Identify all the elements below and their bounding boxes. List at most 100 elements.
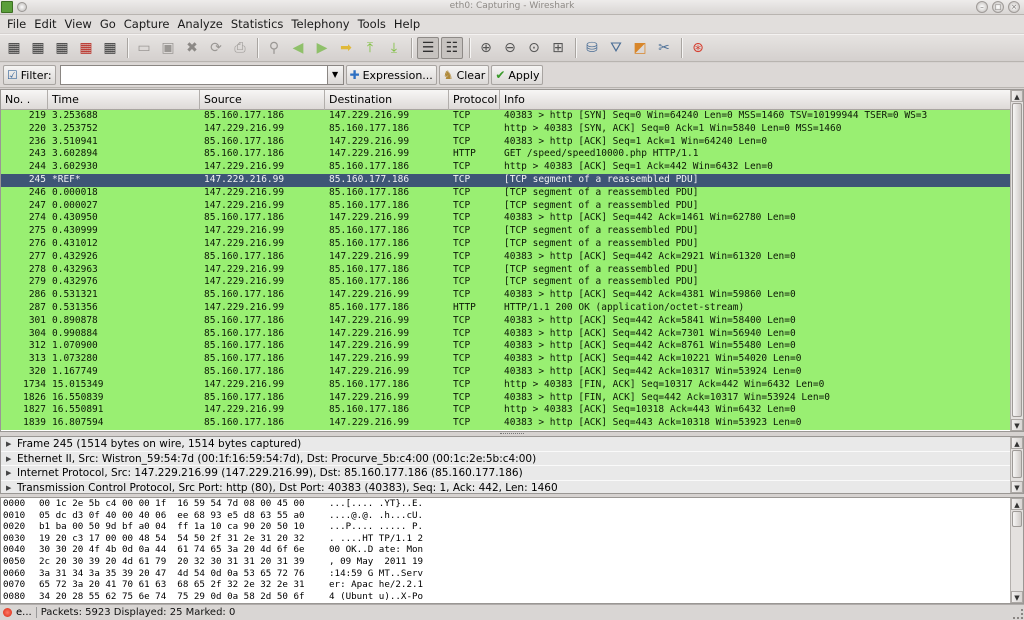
open-icon[interactable]: ▭ (133, 37, 155, 59)
hex-ascii[interactable]: , 09 May 2011 19 (329, 556, 479, 568)
expander-triangle-icon[interactable]: ▶ (6, 437, 11, 451)
hex-ascii[interactable]: er: Apac he/2.2.1 (329, 579, 479, 591)
tree-item[interactable]: ▶ Transmission Control Protocol, Src Port… (1, 480, 1011, 493)
hex-bytes[interactable]: 34 20 28 55 62 75 6e 74 75 29 0d 0a 58 2… (39, 591, 329, 603)
table-row[interactable]: 243 3.602894 85.160.177.186 147.229.216.99 H… (1, 148, 1011, 162)
maximize-button[interactable]: □ (992, 1, 1004, 13)
col-time-header[interactable]: Time (48, 90, 200, 110)
hex-bytes[interactable]: 00 1c 2e 5b c4 00 00 1f 16 59 54 7d 08 0… (39, 498, 329, 510)
go-to-packet-icon[interactable]: ➡ (335, 37, 357, 59)
table-row[interactable]: 276 0.431012 147.229.216.99 85.160.177.186 T… (1, 237, 1011, 251)
resize-grip-icon[interactable] (1013, 609, 1023, 619)
col-destination-header[interactable]: Destination (325, 90, 449, 110)
table-row[interactable]: 277 0.432926 85.160.177.186 147.229.216.99 T… (1, 250, 1011, 264)
hex-ascii[interactable]: :14:59 G MT..Serv (329, 568, 479, 580)
clear-button[interactable]: ♞ Clear (438, 65, 490, 85)
table-row[interactable]: 1734 15.015349 147.229.216.99 85.160.177.18… (1, 378, 1011, 392)
expert-info-label[interactable]: e... (12, 607, 37, 618)
zoom-in-icon[interactable]: ⊕ (475, 37, 497, 59)
zoom-out-icon[interactable]: ⊖ (499, 37, 521, 59)
find-icon[interactable]: ⚲ (263, 37, 285, 59)
scroll-down-arrow-icon[interactable]: ▼ (1011, 481, 1023, 493)
menu-telephony[interactable]: Telephony (287, 17, 353, 31)
hex-bytes[interactable]: 2c 20 30 39 20 4d 61 79 20 32 30 31 31 2… (39, 556, 329, 568)
menu-file[interactable]: File (3, 17, 30, 31)
save-icon[interactable]: ▣ (157, 37, 179, 59)
back-icon[interactable]: ◀ (287, 37, 309, 59)
packet-list-pane[interactable]: No. . Time Source Destination Protocol Info 2… (0, 89, 1024, 432)
scroll-thumb[interactable] (1012, 511, 1022, 527)
table-row[interactable]: 301 0.890878 85.160.177.186 147.229.216.99 T… (1, 314, 1011, 328)
preferences-icon[interactable]: ✂ (653, 37, 675, 59)
menu-view[interactable]: View (61, 17, 96, 31)
scroll-down-arrow-icon[interactable]: ▼ (1011, 591, 1023, 603)
packet-bytes-pane[interactable]: 0000 00 1c 2e 5b c4 00 00 1f 16 59 54 7d … (0, 497, 1024, 604)
col-no-header[interactable]: No. . (1, 90, 48, 110)
auto-scroll-icon[interactable]: ☷ (441, 37, 463, 59)
print-icon[interactable]: ⎙ (229, 37, 251, 59)
apply-button[interactable]: ✔ Apply (491, 65, 544, 85)
resize-columns-icon[interactable]: ⊞ (547, 37, 569, 59)
filter-dropdown-arrow-icon[interactable]: ▼ (327, 65, 344, 85)
expression-button[interactable]: ✚ Expression... (345, 65, 437, 85)
close-window-button[interactable]: × (1008, 1, 1020, 13)
hex-ascii[interactable]: 00 OK..D ate: Mon (329, 544, 479, 556)
table-row[interactable]: 274 0.430950 85.160.177.186 147.229.216.99 T… (1, 212, 1011, 226)
capture-filters-icon[interactable]: ⛁ (581, 37, 603, 59)
menu-capture[interactable]: Capture (120, 17, 174, 31)
scroll-up-arrow-icon[interactable]: ▲ (1011, 498, 1023, 510)
hex-ascii[interactable]: ...[.... .YT}..E. (329, 498, 479, 510)
hex-bytes[interactable]: 65 72 3a 20 41 70 61 63 68 65 2f 32 2e 3… (39, 579, 329, 591)
table-row[interactable]: 312 1.070900 85.160.177.186 147.229.216.99 T… (1, 340, 1011, 354)
hex-ascii[interactable]: . ....HT TP/1.1 2 (329, 533, 479, 545)
col-source-header[interactable]: Source (200, 90, 325, 110)
expander-triangle-icon[interactable]: ▶ (6, 466, 11, 480)
help-icon[interactable]: ⊛ (687, 37, 709, 59)
interfaces-icon[interactable]: ▦ (3, 37, 25, 59)
forward-icon[interactable]: ▶ (311, 37, 333, 59)
scroll-thumb[interactable] (1012, 450, 1022, 478)
tree-item[interactable]: ▶ Frame 245 (1514 bytes on wire, 1514 byt… (1, 437, 1011, 452)
table-row[interactable]: 287 0.531356 147.229.216.99 85.160.177.186 H… (1, 301, 1011, 315)
bytes-scrollbar[interactable]: ▲ ▼ (1010, 498, 1023, 603)
menu-statistics[interactable]: Statistics (227, 17, 288, 31)
hex-bytes[interactable]: 30 30 20 4f 4b 0d 0a 44 61 74 65 3a 20 4… (39, 544, 329, 556)
table-row[interactable]: 247 0.000027 147.229.216.99 85.160.177.186 T… (1, 199, 1011, 213)
restart-capture-icon[interactable]: ▦ (99, 37, 121, 59)
capture-options-icon[interactable]: ▦ (27, 37, 49, 59)
hex-bytes[interactable]: b1 ba 00 50 9d bf a0 04 ff 1a 10 ca 90 2… (39, 521, 329, 533)
expert-info-icon[interactable] (3, 608, 12, 617)
table-row[interactable]: 219 3.253688 85.160.177.186 147.229.216.99 T… (1, 110, 1011, 123)
menu-tools[interactable]: Tools (354, 17, 390, 31)
filter-button[interactable]: ☑ Filter: (3, 65, 56, 85)
expander-triangle-icon[interactable]: ▶ (6, 452, 11, 466)
table-row[interactable]: 1839 16.807594 85.160.177.186 147.229.216.9… (1, 417, 1011, 430)
hex-bytes[interactable]: 3a 31 34 3a 35 39 20 47 4d 54 0d 0a 53 6… (39, 568, 329, 580)
filter-input[interactable] (59, 65, 328, 85)
tree-item[interactable]: ▶ Internet Protocol, Src: 147.229.216.99 … (1, 466, 1011, 481)
expander-triangle-icon[interactable]: ▶ (6, 481, 11, 493)
table-row[interactable]: 279 0.432976 147.229.216.99 85.160.177.186 T… (1, 276, 1011, 290)
table-row[interactable]: 245 *REF* 147.229.216.99 85.160.177.186 TCP [… (1, 173, 1011, 187)
colorize-icon[interactable]: ☰ (417, 37, 439, 59)
hex-ascii[interactable]: ....@.@. .h...cU. (329, 510, 479, 522)
packet-list-scrollbar[interactable]: ▲ ▼ (1010, 90, 1023, 431)
filter-combobox[interactable]: ▼ (59, 65, 344, 85)
menu-edit[interactable]: Edit (30, 17, 60, 31)
table-row[interactable]: 236 3.510941 85.160.177.186 147.229.216.99 T… (1, 135, 1011, 149)
table-row[interactable]: 220 3.253752 147.229.216.99 85.160.177.186 T… (1, 122, 1011, 136)
table-row[interactable]: 320 1.167749 85.160.177.186 147.229.216.99 T… (1, 365, 1011, 379)
table-row[interactable]: 286 0.531321 85.160.177.186 147.229.216.99 T… (1, 289, 1011, 302)
minimize-button[interactable]: – (976, 1, 988, 13)
col-protocol-header[interactable]: Protocol (449, 90, 500, 110)
hex-bytes[interactable]: 05 dc d3 0f 40 00 40 06 ee 68 93 e5 d8 6… (39, 510, 329, 522)
menu-analyze[interactable]: Analyze (174, 17, 227, 31)
table-row[interactable]: 246 0.000018 147.229.216.99 85.160.177.186 T… (1, 186, 1011, 200)
scroll-down-arrow-icon[interactable]: ▼ (1011, 419, 1023, 431)
scroll-up-arrow-icon[interactable]: ▲ (1011, 437, 1023, 449)
table-row[interactable]: 244 3.602930 147.229.216.99 85.160.177.186 T… (1, 161, 1011, 174)
last-packet-icon[interactable]: ⤓ (383, 37, 405, 59)
details-scrollbar[interactable]: ▲ ▼ (1010, 437, 1023, 493)
first-packet-icon[interactable]: ⤒ (359, 37, 381, 59)
col-info-header[interactable]: Info (500, 90, 1011, 110)
